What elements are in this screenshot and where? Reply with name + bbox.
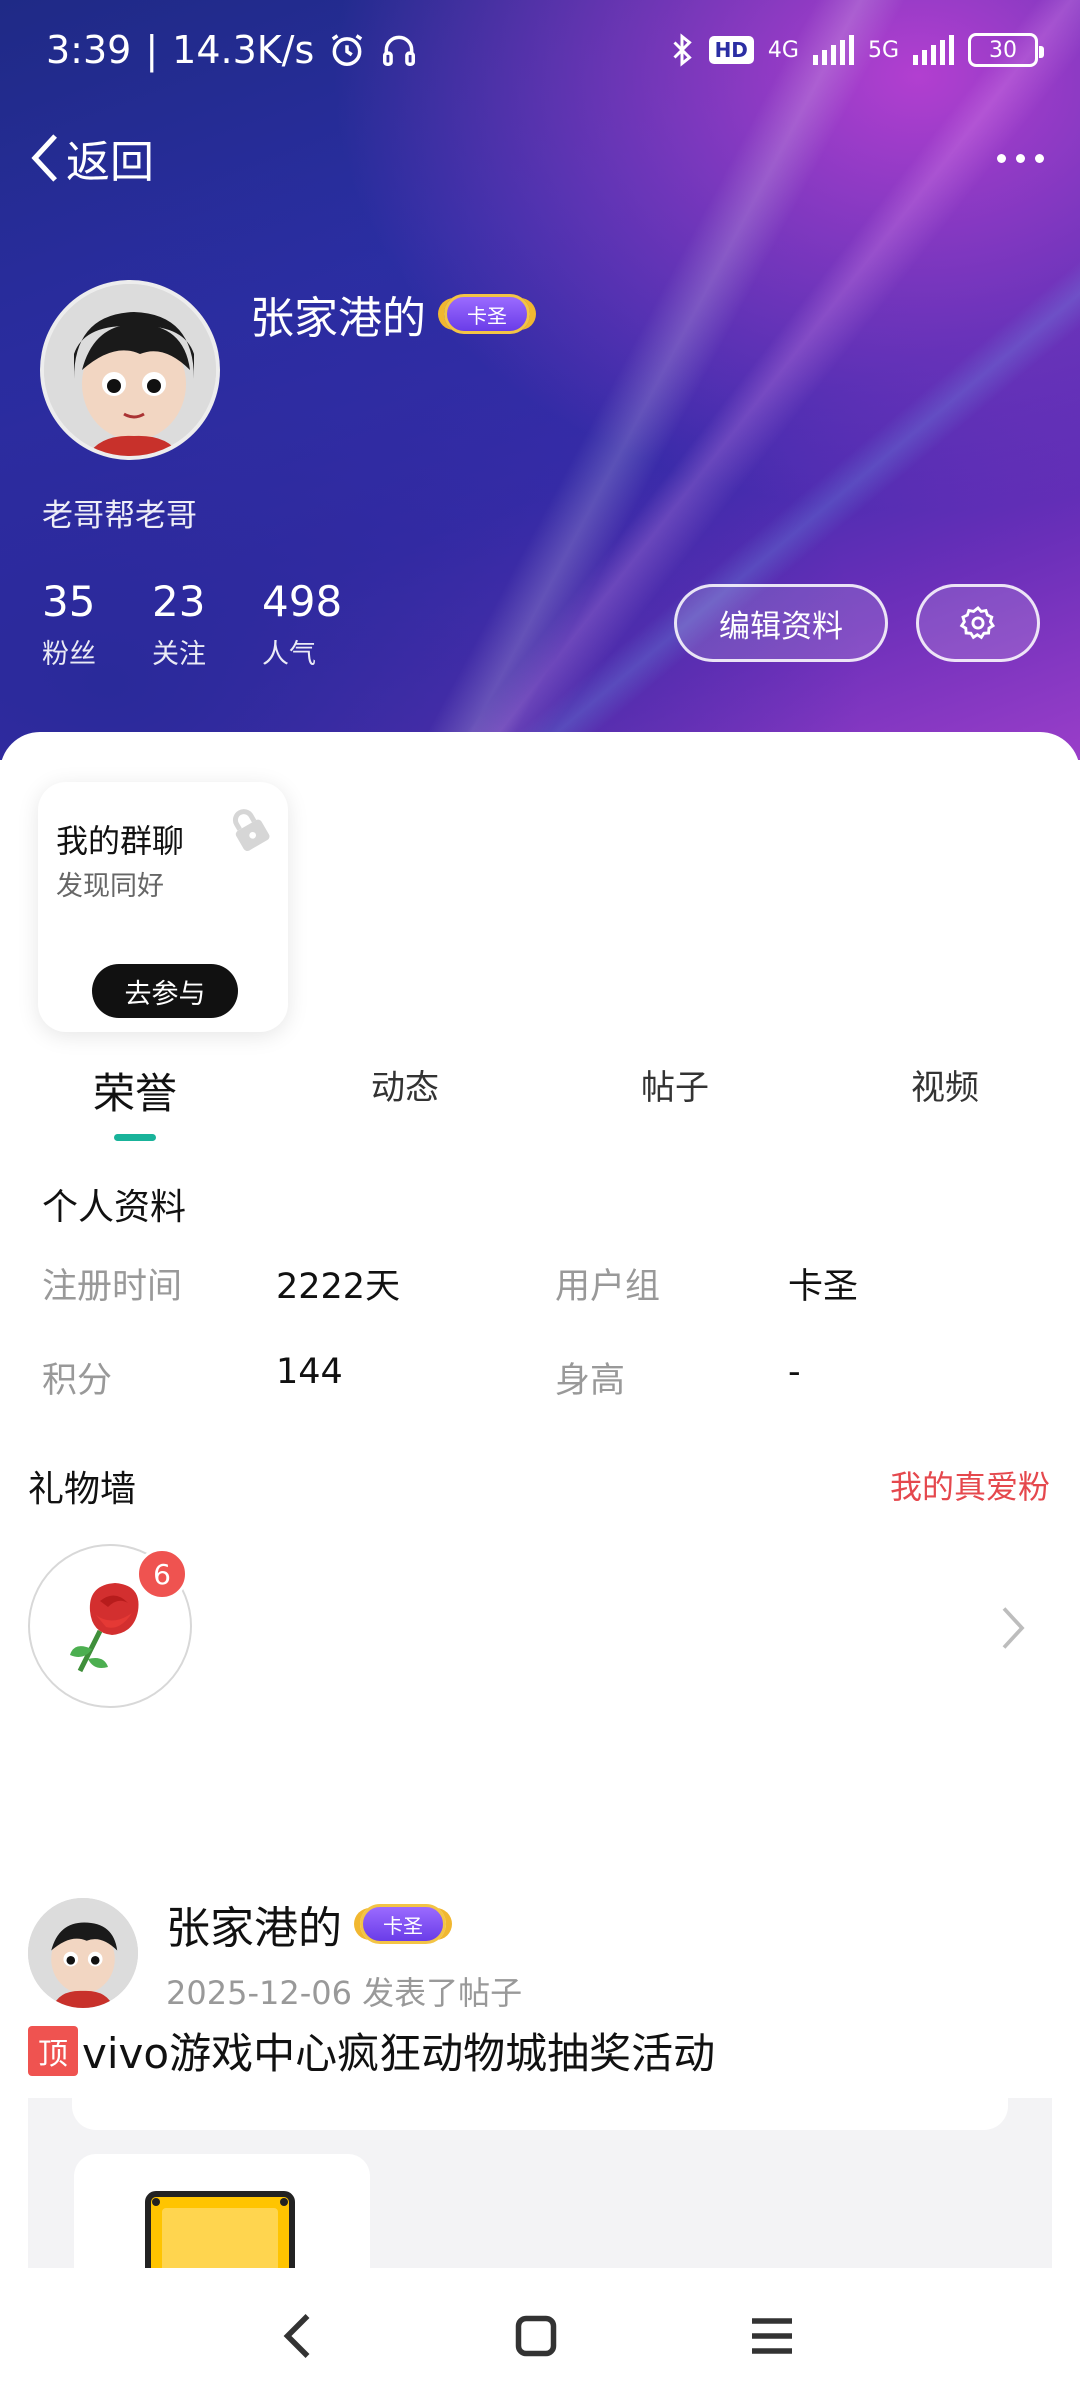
info-label-register-time: 注册时间 [42,1267,183,1307]
status-time: 3:39 [46,28,132,72]
nav-recents-icon[interactable] [742,2306,802,2366]
user-group-badge: 卡圣 [444,294,530,334]
network-speed: 14.3K/s [172,28,315,72]
tab-videos[interactable]: 视频 [845,1050,1045,1150]
info-value-points: 144 [276,1352,343,1392]
stat-label: 关注 [152,639,206,670]
chevron-right-icon[interactable] [998,1604,1028,1652]
active-tab-indicator [114,1134,156,1141]
preview-banner [72,2098,1008,2130]
info-value-height: - [788,1352,801,1392]
back-button[interactable]: 返回 [28,126,154,190]
post-title-text: vivo游戏中心疯狂动物城抽奖活动 [82,2029,716,2078]
info-label-points: 积分 [42,1361,113,1401]
nav-back-icon[interactable] [270,2306,330,2366]
chevron-left-icon [31,134,57,182]
post-author-avatar[interactable] [28,1898,138,2008]
system-navigation-bar [0,2268,1080,2400]
battery-icon: 30 [968,33,1044,67]
post-date: 2025-12-06 [166,1974,352,2012]
username: 张家港的 卡圣 [250,282,530,346]
status-bar: 3:39 | 14.3K/s HD 4G 5G 30 [0,0,1080,100]
join-group-button[interactable]: 去参与 [92,964,238,1018]
info-value-user-group: 卡圣 [788,1267,859,1307]
group-chat-card[interactable]: 我的群聊 发现同好 去参与 [38,782,288,1032]
post-action: 发表了帖子 [362,1974,523,2012]
lock-icon [232,809,270,852]
stat-label: 粉丝 [42,639,96,670]
post-author-badge: 卡圣 [360,1904,446,1944]
gift-wall-title: 礼物墙 [28,1469,137,1510]
username-text: 张家港的 [250,293,426,344]
post-meta: 2025-12-06 发表了帖子 [166,1968,522,2014]
content-sheet: 我的群聊 发现同好 去参与 荣誉 动态 帖子 视频 个人资料 注册时间 2222… [0,732,1080,2400]
back-label: 返回 [66,137,154,188]
more-dot-icon [997,153,1006,163]
stat-value: 498 [262,577,343,626]
hd-badge: HD [708,36,754,64]
tab-posts[interactable]: 帖子 [575,1050,775,1150]
stat-value: 23 [152,577,206,626]
edit-profile-button[interactable]: 编辑资料 [674,584,888,662]
stat-following[interactable]: 23 关注 [152,578,206,671]
stats-row: 35 粉丝 23 关注 498 人气 [42,578,342,671]
network-5g-label: 5G [867,37,899,63]
pinned-tag: 顶 [28,2025,78,2076]
bluetooth-icon [673,33,692,67]
post-author-name: 张家港的 [166,1903,342,1954]
true-fans-link[interactable]: 我的真爱粉 [890,1462,1050,1508]
post-title[interactable]: 顶 vivo游戏中心疯狂动物城抽奖活动 [28,2020,715,2081]
group-card-title: 我的群聊 [56,822,185,860]
tab-bar: 荣誉 动态 帖子 视频 [0,1050,1080,1150]
headphones-icon [383,35,416,66]
status-right: HD 4G 5G 30 [669,32,1044,68]
network-4g-label: 4G [767,37,799,63]
stat-fans[interactable]: 35 粉丝 [42,578,96,671]
tab-activity[interactable]: 动态 [305,1050,505,1150]
stat-value: 35 [42,577,96,626]
nav-home-icon[interactable] [506,2306,566,2366]
alarm-icon [332,34,363,66]
stat-label: 人气 [262,639,316,670]
avatar[interactable] [40,280,220,460]
status-left: 3:39 | 14.3K/s [46,28,418,72]
avatar-image [44,284,216,456]
user-signature: 老哥帮老哥 [42,498,197,534]
info-value-register-time: 2222天 [276,1267,401,1307]
gift-count-badge: 6 [136,1548,188,1600]
info-label-user-group: 用户组 [555,1267,661,1307]
profile-header: 3:39 | 14.3K/s HD 4G 5G 30 返回 张家港的 卡圣 老哥… [0,0,1080,760]
gear-icon [959,606,996,640]
signal-5g-icon [913,35,954,65]
personal-info-title: 个人资料 [42,1187,187,1228]
info-label-height: 身高 [555,1361,626,1401]
settings-button[interactable] [916,584,1040,662]
status-separator: | [145,28,159,72]
more-options-button[interactable] [989,144,1052,173]
more-dot-icon [1035,153,1044,163]
post-author[interactable]: 张家港的 卡圣 [166,1892,446,1956]
avatar-image [28,1898,138,2008]
signal-4g-icon [812,35,854,65]
more-dot-icon [1016,153,1025,163]
nav-row: 返回 [28,118,1052,198]
group-card-subtitle: 发现同好 [56,871,164,902]
stat-popularity[interactable]: 498 人气 [262,578,342,671]
